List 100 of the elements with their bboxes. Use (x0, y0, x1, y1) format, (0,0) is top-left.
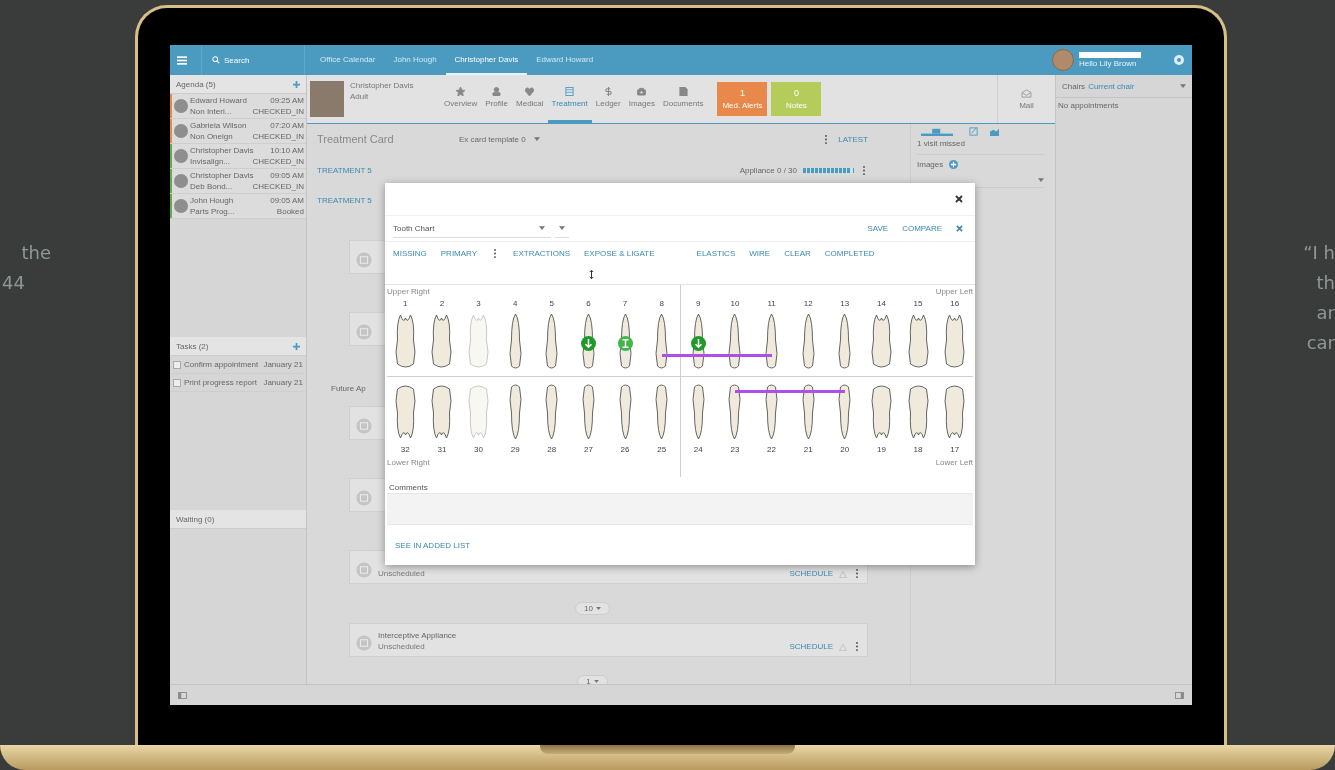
document-icon (678, 87, 688, 96)
patient-avatar (174, 124, 188, 138)
save-button[interactable]: SAVE (867, 224, 889, 233)
chart-action[interactable]: PRIMARY (440, 248, 478, 258)
appointment-type: Non Oneign (190, 132, 233, 141)
patient-name: Christopher Davis (190, 171, 254, 180)
record-tab[interactable]: Images (624, 75, 659, 123)
panel-icon[interactable] (178, 691, 187, 699)
appointment-status: CHECKED_IN (252, 182, 304, 191)
more-icon[interactable] (853, 642, 861, 651)
chart-action[interactable]: EXTRACTIONS (513, 248, 570, 258)
appointment-status: Booked (276, 207, 304, 216)
patient-avatar (174, 149, 188, 163)
tooth-number: 27 (583, 445, 594, 454)
resize-icon[interactable] (589, 268, 594, 280)
calendar-icon (565, 87, 575, 96)
task-checkbox[interactable] (173, 378, 181, 387)
template-select[interactable]: Ex card template 0 (459, 134, 526, 144)
appointment-type: Non Interi... (190, 107, 232, 116)
record-tab[interactable]: Medical (512, 75, 548, 123)
schedule-link[interactable]: SCHEDULE (789, 569, 833, 578)
backdrop-text: the (21, 241, 51, 265)
alert-tile[interactable]: 1 Med. Alerts (717, 82, 768, 116)
patient-tab[interactable]: John Hough (384, 45, 446, 75)
agenda-item[interactable]: Edward Howard 09:25 AM Non Interi... CHECKED_IN (170, 94, 306, 119)
section-title: Images (917, 159, 944, 169)
appointment-type: Invisalign... (190, 157, 231, 166)
footer-link[interactable]: SEE IN ADDED LIST (395, 540, 471, 550)
area-chart-icon[interactable] (990, 127, 999, 136)
tooth-number: 25 (656, 445, 668, 454)
quadrant-label: Lower Left (935, 457, 973, 467)
appointment-time: 09:25 AM (270, 96, 304, 105)
appointment-status: CHECKED_IN (252, 107, 304, 116)
chart-select[interactable]: Tooth Chart (393, 219, 551, 238)
patient-name: Christopher Davis (350, 81, 415, 90)
chart-action[interactable]: MISSING (393, 248, 427, 258)
chart-action[interactable]: WIRE (749, 248, 771, 258)
chart-action[interactable]: COMPLETED (824, 248, 875, 258)
chart-action[interactable]: ELASTICS (696, 248, 736, 258)
tooth-number: 1 (402, 299, 409, 308)
caret-icon (539, 226, 545, 230)
dollar-icon (603, 87, 613, 96)
appointment-title: Interceptive Appliance (378, 631, 457, 640)
record-tab[interactable]: Ledger (591, 75, 625, 123)
agenda-item[interactable]: Christopher Davis 10:10 AM Invisalign... CHECKED_IN (170, 144, 306, 169)
record-tab[interactable]: Overview (440, 75, 482, 123)
chart-action[interactable]: EXPOSE & LIGATE (584, 248, 655, 258)
schedule-link[interactable]: SCHEDULE (789, 642, 833, 651)
tooth-number: 19 (876, 445, 887, 454)
page-pill[interactable]: 10 (575, 602, 610, 615)
appointment-type: Deb Bond... (190, 182, 233, 191)
chair-select[interactable]: Current chair (1088, 81, 1135, 91)
section-title: Agenda (5) (176, 79, 217, 89)
backdrop-text: car (1306, 331, 1335, 355)
appointment-type: Parts Prog... (190, 207, 235, 216)
tooth-number: 6 (585, 299, 592, 308)
tooth-number: 23 (729, 445, 741, 454)
patient-name: Edward Howard (190, 96, 247, 105)
section-title: Waiting (0) (176, 514, 216, 524)
comments-field[interactable] (387, 493, 973, 525)
agenda-item[interactable]: John Hough 09:05 AM Parts Prog... Booked (170, 194, 306, 219)
help-icon[interactable] (1174, 55, 1184, 65)
chairs-label: Chairs (1062, 81, 1086, 91)
patient-name: Christopher Davis (190, 146, 254, 155)
agenda-item[interactable]: Gabriela Wilson 07:20 AM Non Oneign CHECKED_IN (170, 119, 306, 144)
tooth-number: 21 (802, 445, 814, 454)
latest-link[interactable]: LATEST (838, 134, 868, 144)
backdrop-text: “I h (1303, 241, 1335, 265)
person-icon (492, 87, 502, 96)
appointment-card[interactable]: Interceptive Appliance Unscheduled SCHEDULE (349, 623, 868, 657)
close-icon[interactable] (955, 195, 963, 203)
chart-action[interactable]: CLEAR (784, 248, 811, 258)
agenda-item[interactable]: Christopher Davis 09:05 AM Deb Bond... CHECKED_IN (170, 169, 306, 194)
name-redaction (1079, 52, 1141, 58)
patient-tab[interactable]: Edward Howard (527, 45, 603, 75)
menu-icon[interactable] (177, 55, 187, 65)
more-icon[interactable] (853, 569, 861, 578)
patient-tab[interactable]: Office Calendar (311, 45, 385, 75)
compare-button[interactable]: COMPARE (902, 224, 942, 233)
caret-icon (559, 226, 565, 230)
record-tab[interactable]: Documents (658, 75, 708, 123)
tooth-number: 7 (621, 299, 629, 308)
tooth-number: 22 (766, 445, 777, 454)
caret-icon (533, 137, 540, 141)
photo-placeholder (310, 81, 344, 117)
search-placeholder: Search (224, 55, 250, 65)
record-tab[interactable]: Profile (481, 75, 513, 123)
empty-message: No appointments (1057, 100, 1120, 112)
caret-icon (1038, 178, 1044, 182)
calendar-icon (356, 418, 372, 434)
add-icon[interactable] (293, 342, 300, 350)
task-checkbox[interactable] (173, 360, 181, 369)
caret-icon (595, 607, 601, 610)
visits-note: 1 visit missed (917, 139, 1044, 155)
more-icon[interactable] (860, 165, 868, 175)
record-tab[interactable]: Treatment (547, 75, 592, 123)
section-label: Future Ap (331, 384, 367, 394)
panel-icon[interactable] (1175, 691, 1184, 699)
star-icon (456, 87, 466, 96)
add-icon[interactable] (293, 80, 300, 88)
